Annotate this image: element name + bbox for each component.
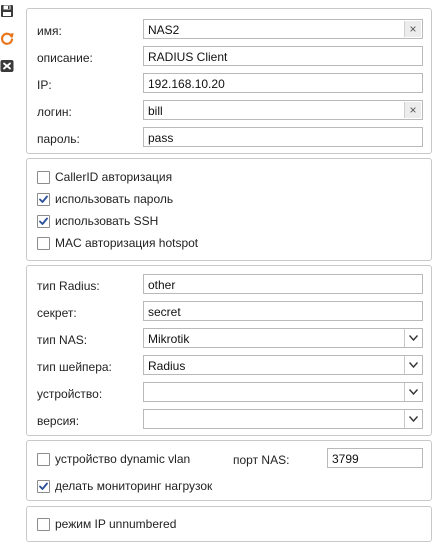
secret-field[interactable]: secret <box>143 301 423 321</box>
ip-unnumbered-label: режим IP unnumbered <box>55 517 177 531</box>
chevron-down-icon[interactable] <box>404 356 422 374</box>
use-password-checkbox[interactable] <box>37 193 50 206</box>
vlan-panel: устройство dynamic vlan порт NAS: 3799 д… <box>26 440 432 501</box>
chevron-down-icon[interactable] <box>404 410 422 428</box>
close-icon[interactable] <box>0 59 14 73</box>
nas-port-label: порт NAS: <box>233 453 290 467</box>
version-label: версия: <box>37 414 80 428</box>
radius-type-label: тип Radius: <box>37 279 100 293</box>
password-label: пароль: <box>37 132 80 146</box>
checkmark-icon <box>39 195 48 203</box>
ip-unnumbered-checkbox[interactable] <box>37 518 50 531</box>
name-field[interactable]: NAS2 × <box>143 19 423 39</box>
password-value: pass <box>148 131 174 145</box>
refresh-icon[interactable] <box>0 31 14 45</box>
device-label: устройство: <box>37 387 103 401</box>
ip-unnumbered-panel: режим IP unnumbered <box>26 506 432 542</box>
clear-x-icon[interactable]: × <box>404 102 421 118</box>
description-value: RADIUS Client <box>148 50 228 64</box>
checkmark-icon <box>39 217 48 225</box>
identity-panel: имя: NAS2 × описание: RADIUS Client IP: … <box>26 8 432 154</box>
ip-value: 192.168.10.20 <box>148 77 225 91</box>
description-label: описание: <box>37 51 93 65</box>
callerid-label: CallerID авторизация <box>55 170 173 184</box>
nas-type-label: тип NAS: <box>37 333 88 347</box>
name-value: NAS2 <box>148 23 180 37</box>
checkmark-icon <box>39 482 48 490</box>
auth-options-panel: CallerID авторизация использовать пароль… <box>26 158 432 261</box>
save-icon[interactable] <box>0 4 14 18</box>
load-monitoring-label: делать мониторинг нагрузок <box>55 479 213 493</box>
password-field[interactable]: pass <box>143 127 423 147</box>
login-value: bill <box>148 104 163 118</box>
clear-x-icon[interactable]: × <box>404 21 421 37</box>
description-field[interactable]: RADIUS Client <box>143 46 423 66</box>
chevron-down-icon[interactable] <box>404 329 422 347</box>
shaper-type-label: тип шейпера: <box>37 360 112 374</box>
secret-label: секрет: <box>37 306 77 320</box>
chevron-down-icon[interactable] <box>404 383 422 401</box>
ip-field[interactable]: 192.168.10.20 <box>143 73 423 93</box>
nas-type-select[interactable]: Mikrotik <box>143 328 423 348</box>
dynamic-vlan-label: устройство dynamic vlan <box>55 452 191 466</box>
use-ssh-label: использовать SSH <box>55 214 159 228</box>
radius-type-value: other <box>148 278 176 292</box>
version-select[interactable] <box>143 409 423 429</box>
radius-panel: тип Radius: other секрет: secret тип NAS… <box>26 265 432 436</box>
use-ssh-checkbox[interactable] <box>37 215 50 228</box>
dynamic-vlan-checkbox[interactable] <box>37 453 50 466</box>
mac-hotspot-checkbox[interactable] <box>37 237 50 250</box>
nas-port-field[interactable]: 3799 <box>327 448 423 468</box>
name-label: имя: <box>37 24 62 38</box>
shaper-type-value: Radius <box>148 359 186 373</box>
nas-type-value: Mikrotik <box>148 332 190 346</box>
use-password-label: использовать пароль <box>55 192 174 206</box>
callerid-checkbox[interactable] <box>37 171 50 184</box>
login-field[interactable]: bill × <box>143 100 423 120</box>
secret-value: secret <box>148 305 181 319</box>
ip-label: IP: <box>37 78 52 92</box>
shaper-type-select[interactable]: Radius <box>143 355 423 375</box>
device-select[interactable] <box>143 382 423 402</box>
mac-hotspot-label: MAC авторизация hotspot <box>55 236 199 250</box>
radius-type-field[interactable]: other <box>143 274 423 294</box>
nas-port-value: 3799 <box>332 452 359 466</box>
login-label: логин: <box>37 105 72 119</box>
load-monitoring-checkbox[interactable] <box>37 480 50 493</box>
